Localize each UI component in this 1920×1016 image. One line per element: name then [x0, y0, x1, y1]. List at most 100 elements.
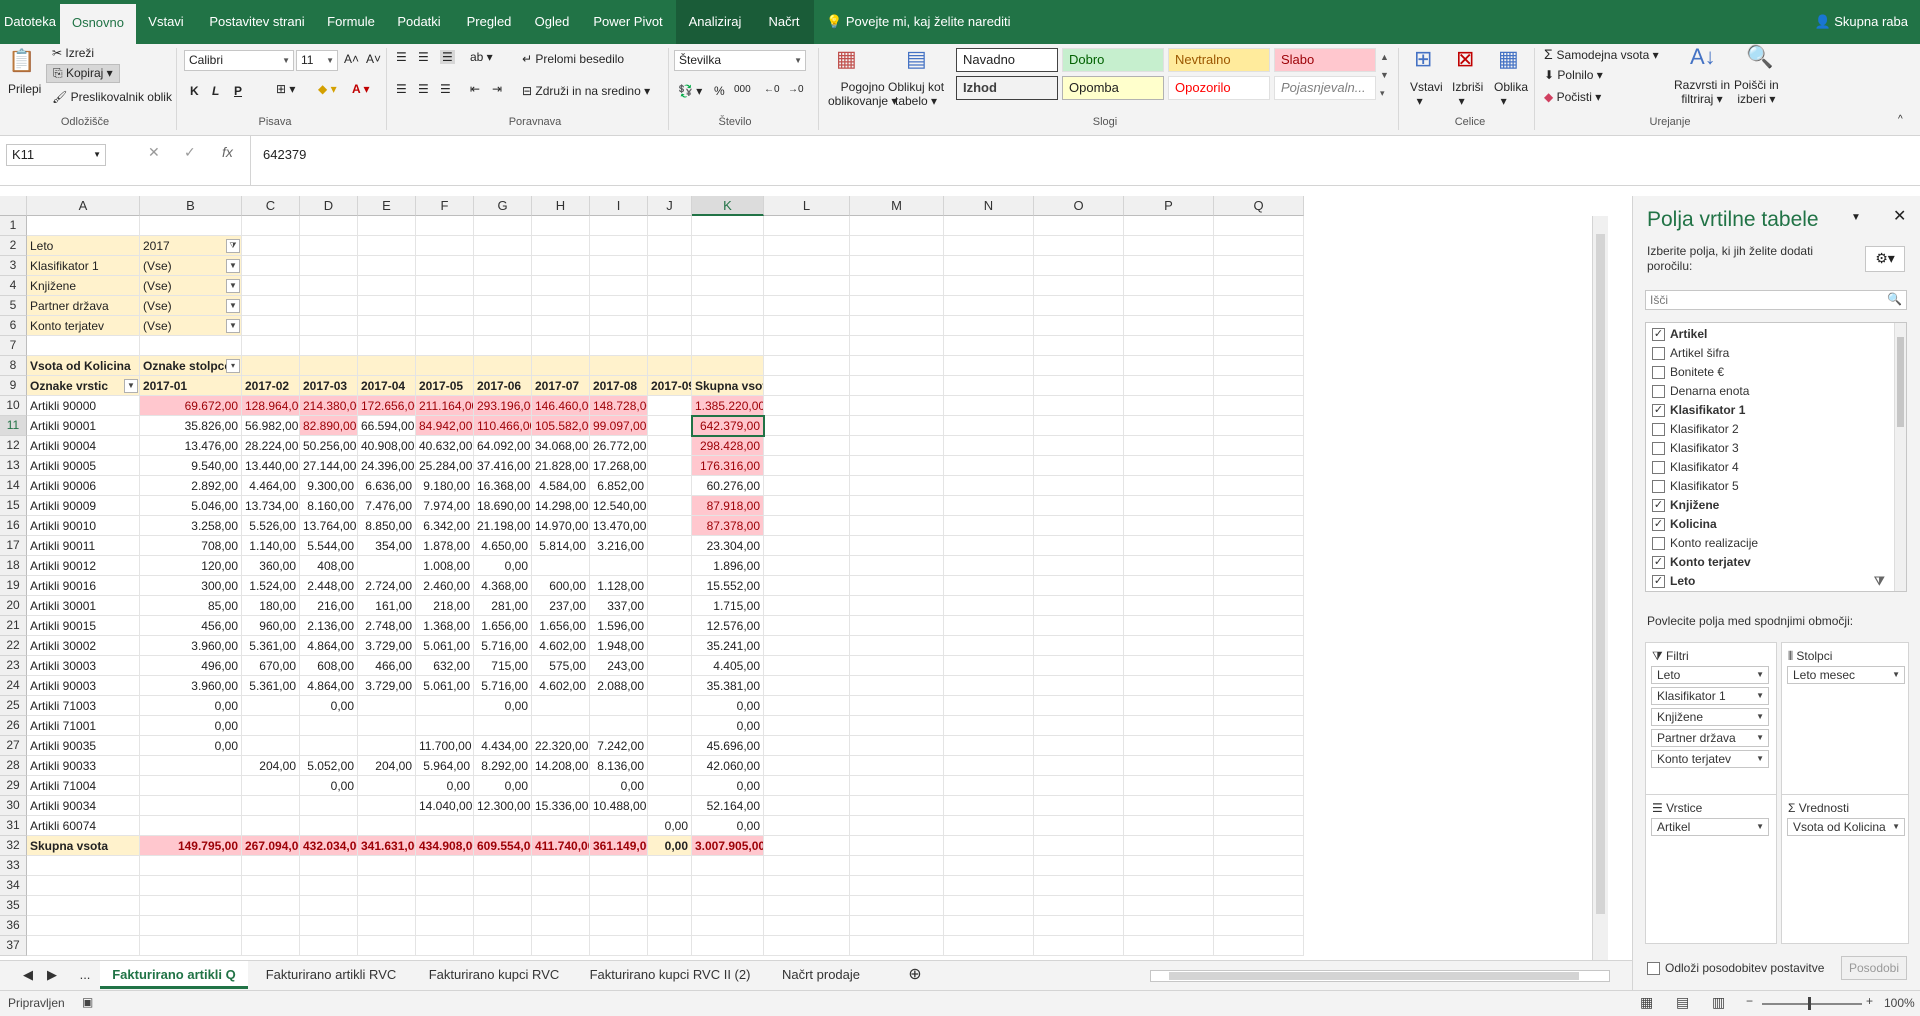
- cell[interactable]: [692, 896, 764, 916]
- cell[interactable]: [242, 296, 300, 316]
- column-header-p[interactable]: P: [1124, 196, 1214, 216]
- pivot-value-cell[interactable]: 237,00: [532, 596, 590, 616]
- column-field-chip[interactable]: Leto mesec ▼: [1787, 666, 1905, 684]
- cell[interactable]: [1214, 656, 1304, 676]
- pivot-value-cell[interactable]: [648, 576, 692, 596]
- column-header-b[interactable]: B: [140, 196, 242, 216]
- pivot-value-cell[interactable]: 4.584,00: [532, 476, 590, 496]
- pivot-value-cell[interactable]: [648, 696, 692, 716]
- pivot-value-cell[interactable]: 5.061,00: [416, 636, 474, 656]
- cell[interactable]: [27, 856, 140, 876]
- cell[interactable]: [300, 316, 358, 336]
- pivot-row-name[interactable]: Artikli 30001: [27, 596, 140, 616]
- grand-total-label[interactable]: Skupna vsota: [27, 836, 140, 856]
- cell[interactable]: [1214, 536, 1304, 556]
- cell[interactable]: [1124, 516, 1214, 536]
- checkbox-unchecked-icon[interactable]: [1652, 537, 1665, 550]
- pivot-value-cell[interactable]: 708,00: [140, 536, 242, 556]
- cell[interactable]: [300, 896, 358, 916]
- grand-total-cell[interactable]: 149.795,00: [140, 836, 242, 856]
- pivot-value-cell[interactable]: 4.368,00: [474, 576, 532, 596]
- row-header[interactable]: 6: [0, 316, 27, 336]
- paste-icon[interactable]: 📋: [8, 48, 35, 74]
- pivot-value-cell[interactable]: 5.361,00: [242, 636, 300, 656]
- pivot-value-cell[interactable]: 5.716,00: [474, 636, 532, 656]
- row-total-cell[interactable]: 0,00: [692, 816, 764, 836]
- add-sheet-icon[interactable]: ⊕: [900, 961, 930, 989]
- cell[interactable]: [590, 896, 648, 916]
- percent-button[interactable]: %: [714, 84, 725, 98]
- pivot-value-cell[interactable]: 99.097,00: [590, 416, 648, 436]
- pivot-value-cell[interactable]: [532, 816, 590, 836]
- page-layout-view-icon[interactable]: ▤: [1676, 994, 1689, 1011]
- cell[interactable]: [692, 256, 764, 276]
- pivot-value-cell[interactable]: 1.140,00: [242, 536, 300, 556]
- cell[interactable]: [944, 436, 1034, 456]
- pivot-value-cell[interactable]: 3.729,00: [358, 676, 416, 696]
- cell[interactable]: [27, 896, 140, 916]
- align-top-icon[interactable]: ☰: [396, 50, 407, 64]
- filter-field-chip[interactable]: Klasifikator 1 ▼: [1651, 687, 1769, 705]
- row-total-cell[interactable]: 42.060,00: [692, 756, 764, 776]
- cell[interactable]: [850, 756, 944, 776]
- row-header[interactable]: 9: [0, 376, 27, 396]
- value-field-chip[interactable]: Vsota od Kolicina ▼: [1787, 818, 1905, 836]
- row-total-cell[interactable]: 87.918,00: [692, 496, 764, 516]
- pivot-value-cell[interactable]: 15.336,00: [532, 796, 590, 816]
- cell[interactable]: [850, 796, 944, 816]
- tab-data[interactable]: Podatki: [384, 0, 454, 44]
- cell[interactable]: [850, 376, 944, 396]
- number-format-combo[interactable]: Številka ▼: [674, 50, 806, 71]
- cell[interactable]: [648, 916, 692, 936]
- row-total-cell[interactable]: 12.576,00: [692, 616, 764, 636]
- format-painter-button[interactable]: 🖌 Preslikovalnik oblik: [52, 90, 172, 104]
- paste-button[interactable]: Prilepi: [8, 82, 41, 96]
- pivot-value-cell[interactable]: [300, 716, 358, 736]
- cell[interactable]: [944, 816, 1034, 836]
- pivot-value-cell[interactable]: [648, 736, 692, 756]
- cell[interactable]: [944, 656, 1034, 676]
- pivot-value-cell[interactable]: 496,00: [140, 656, 242, 676]
- pivot-value-cell[interactable]: 0,00: [416, 776, 474, 796]
- row-filter-icon[interactable]: ▼: [124, 379, 138, 393]
- cell[interactable]: [416, 336, 474, 356]
- cell[interactable]: [474, 936, 532, 956]
- pivot-value-cell[interactable]: [532, 696, 590, 716]
- pivot-row-name[interactable]: Artikli 90004: [27, 436, 140, 456]
- pivot-value-cell[interactable]: 1.524,00: [242, 576, 300, 596]
- cell[interactable]: [944, 256, 1034, 276]
- cell[interactable]: [1214, 936, 1304, 956]
- cell[interactable]: [692, 236, 764, 256]
- cell[interactable]: [648, 216, 692, 236]
- cell[interactable]: [1034, 656, 1124, 676]
- cell[interactable]: [648, 876, 692, 896]
- pivot-value-cell[interactable]: 5.716,00: [474, 676, 532, 696]
- cell[interactable]: [1034, 276, 1124, 296]
- pivot-row-name[interactable]: Artikli 90010: [27, 516, 140, 536]
- pivot-value-cell[interactable]: 148.728,00: [590, 396, 648, 416]
- cell[interactable]: [590, 936, 648, 956]
- cell[interactable]: [242, 336, 300, 356]
- row-header[interactable]: 30: [0, 796, 27, 816]
- pivot-field-item[interactable]: Artikel šifra: [1650, 344, 1729, 363]
- field-filter-icon[interactable]: ⧩: [1874, 572, 1885, 591]
- pivot-row-name[interactable]: Artikli 90033: [27, 756, 140, 776]
- cell[interactable]: [648, 296, 692, 316]
- pivot-value-cell[interactable]: 0,00: [474, 696, 532, 716]
- cell[interactable]: [27, 916, 140, 936]
- name-box[interactable]: K11 ▼: [6, 144, 106, 166]
- row-field-chip[interactable]: Artikel ▼: [1651, 818, 1769, 836]
- insert-cells-icon[interactable]: ⊞: [1414, 46, 1432, 72]
- cell[interactable]: [764, 456, 850, 476]
- cell[interactable]: [1214, 796, 1304, 816]
- row-header[interactable]: 36: [0, 916, 27, 936]
- cell[interactable]: [416, 916, 474, 936]
- row-total-cell[interactable]: 176.316,00: [692, 456, 764, 476]
- cell[interactable]: [1214, 836, 1304, 856]
- dropdown-arrow-icon[interactable]: ▼: [1756, 667, 1764, 683]
- pivot-value-cell[interactable]: 13.764,00: [300, 516, 358, 536]
- cell[interactable]: [850, 816, 944, 836]
- cell[interactable]: [850, 896, 944, 916]
- pivot-value-cell[interactable]: 214.380,00: [300, 396, 358, 416]
- copy-button[interactable]: ⎘ Kopiraj ▾: [46, 64, 120, 83]
